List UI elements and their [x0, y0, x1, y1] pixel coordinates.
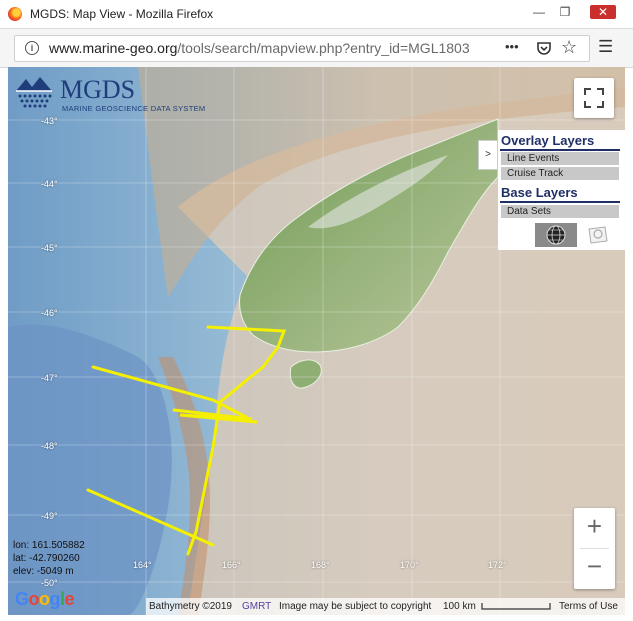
- bookmark-star-icon[interactable]: ☆: [561, 37, 577, 58]
- lon-tick-166: 166°: [222, 560, 241, 570]
- url-text[interactable]: www.marine-geo.org/tools/search/mapview.…: [49, 40, 470, 56]
- zoom-out-button[interactable]: −: [574, 551, 615, 582]
- firefox-icon: [8, 7, 22, 21]
- zoom-divider: [580, 548, 609, 549]
- scale-label: 100 km: [443, 601, 476, 612]
- lon-tick-172: 172°: [488, 560, 507, 570]
- lat-tick-46: -46°: [41, 308, 58, 318]
- lat-tick-48: -48°: [41, 441, 58, 451]
- lon-tick-170: 170°: [400, 560, 419, 570]
- map-pin-icon: [588, 226, 608, 244]
- close-button[interactable]: ✕: [590, 5, 616, 19]
- cursor-lon: lon: 161.505882: [13, 540, 85, 551]
- browser-navbar: i www.marine-geo.org/tools/search/mapvie…: [0, 29, 633, 68]
- cursor-readout: lon: 161.505882 lat: -42.790260 elev: -5…: [13, 539, 85, 578]
- zoom-in-button[interactable]: +: [574, 511, 615, 542]
- window-titlebar: MGDS: Map View - Mozilla Firefox — ❐ ✕: [0, 0, 633, 29]
- lat-tick-43: -43°: [41, 116, 58, 126]
- lat-tick-50: -50°: [41, 578, 58, 588]
- scale-bar: [481, 603, 551, 610]
- lat-tick-45: -45°: [41, 243, 58, 253]
- gmrt-link[interactable]: GMRT: [242, 598, 271, 615]
- terms-link[interactable]: Terms of Use: [559, 598, 618, 615]
- lat-tick-47: -47°: [41, 373, 58, 383]
- lon-tick-164: 164°: [133, 560, 152, 570]
- overlay-layers-heading: Overlay Layers: [501, 133, 595, 148]
- globe-icon: [546, 225, 566, 245]
- layers-panel: Overlay Layers Line Events Cruise Track …: [498, 130, 625, 250]
- info-icon[interactable]: i: [25, 41, 39, 55]
- minimize-button[interactable]: —: [530, 5, 548, 19]
- zoom-controls: + −: [574, 508, 615, 589]
- window-title: MGDS: Map View - Mozilla Firefox: [30, 7, 214, 21]
- cursor-elev: elev: -5049 m: [13, 566, 74, 577]
- lat-tick-49: -49°: [41, 511, 58, 521]
- globe-basemap-button[interactable]: [535, 223, 577, 247]
- layer-item-cruise-track[interactable]: Cruise Track: [501, 167, 619, 180]
- lat-tick-44: -44°: [41, 179, 58, 189]
- restore-button[interactable]: ❐: [556, 5, 574, 19]
- overlay-heading-rule: [500, 149, 620, 151]
- layer-item-line-events[interactable]: Line Events: [501, 152, 619, 165]
- mgds-logo-text: MGDS: [60, 75, 136, 104]
- attribution-bar: Bathymetry ©2019 GMRT Image may be subje…: [146, 598, 625, 615]
- lon-tick-168: 168°: [311, 560, 330, 570]
- url-domain: www.marine-geo.org: [49, 40, 178, 56]
- url-path: /tools/search/mapview.php?entry_id=MGL18…: [177, 40, 470, 56]
- map-view[interactable]: -43° -44° -45° -46° -47° -48° -49° -50° …: [8, 67, 625, 615]
- base-layers-heading: Base Layers: [501, 185, 578, 200]
- pocket-icon[interactable]: [536, 41, 552, 56]
- fullscreen-icon: [584, 88, 604, 108]
- layers-panel-toggle[interactable]: >: [478, 140, 498, 170]
- fullscreen-button[interactable]: [574, 78, 614, 118]
- copyright-notice: Image may be subject to copyright: [279, 601, 432, 612]
- mgds-wave-icon: [16, 77, 52, 108]
- cursor-lat: lat: -42.790260: [13, 553, 80, 564]
- layer-item-data-sets[interactable]: Data Sets: [501, 205, 619, 218]
- mgds-logo-subtitle: MARINE GEOSCIENCE DATA SYSTEM: [62, 104, 206, 113]
- hamburger-menu-icon[interactable]: ☰: [598, 37, 613, 57]
- base-heading-rule: [500, 201, 620, 203]
- page-actions-icon[interactable]: •••: [505, 39, 519, 54]
- map-basemap-button[interactable]: [583, 223, 613, 247]
- bathymetry-credit: Bathymetry ©2019: [149, 601, 232, 612]
- google-logo[interactable]: Google: [15, 589, 75, 610]
- url-bar[interactable]: i www.marine-geo.org/tools/search/mapvie…: [14, 35, 590, 62]
